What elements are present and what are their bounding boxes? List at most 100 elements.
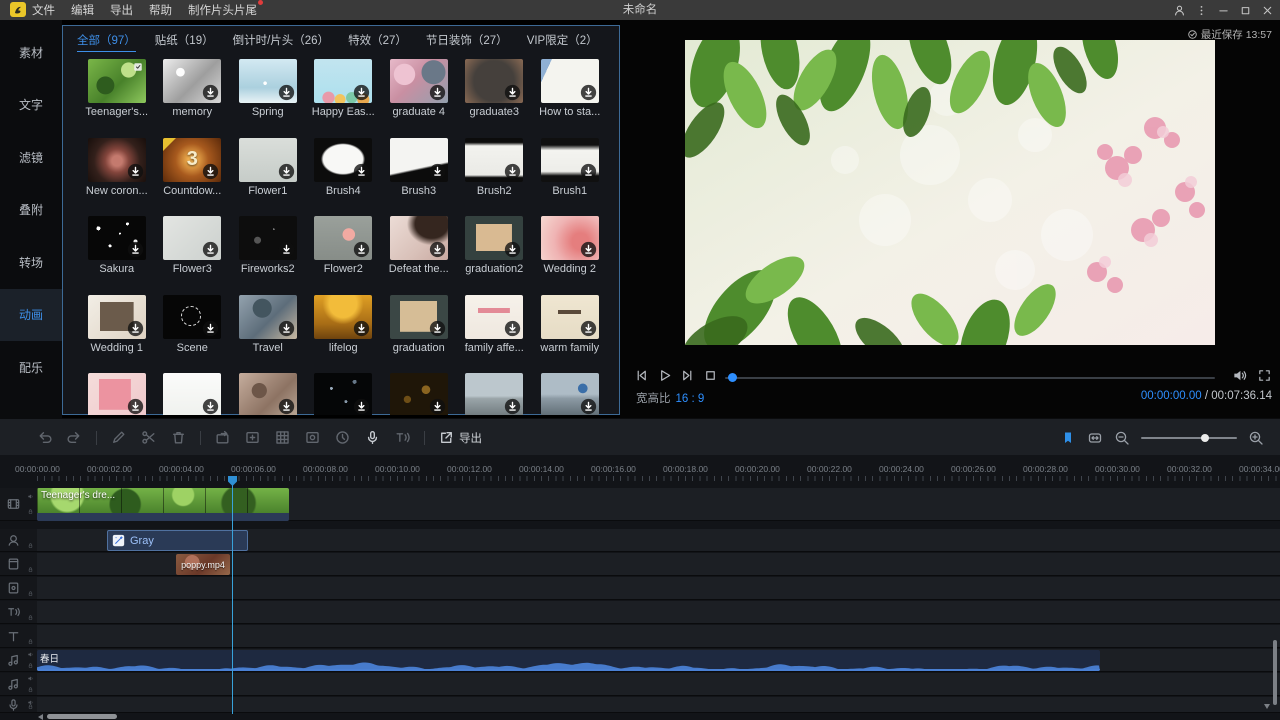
download-icon[interactable] xyxy=(580,163,597,180)
download-icon[interactable] xyxy=(429,320,446,337)
download-icon[interactable] xyxy=(580,320,597,337)
sidebar-item-transition[interactable]: 转场 xyxy=(0,236,62,289)
sidebar-item-filter[interactable]: 滤镜 xyxy=(0,131,62,184)
download-icon[interactable] xyxy=(202,84,219,101)
rotate-button[interactable] xyxy=(214,429,231,446)
filter-track-header[interactable] xyxy=(0,553,37,576)
seek-handle[interactable] xyxy=(728,373,737,382)
download-icon[interactable] xyxy=(127,320,144,337)
zoom-out-button[interactable] xyxy=(1114,430,1130,446)
download-icon[interactable] xyxy=(580,398,597,415)
maximize-button[interactable] xyxy=(1239,4,1252,17)
lock-icon[interactable] xyxy=(27,508,34,515)
speaker-icon[interactable] xyxy=(27,493,34,500)
overlay-track-lane[interactable] xyxy=(37,577,1280,600)
library-item[interactable] xyxy=(306,373,382,415)
lock-icon[interactable] xyxy=(27,566,34,573)
download-icon[interactable] xyxy=(504,163,521,180)
user-account-button[interactable] xyxy=(1173,4,1186,17)
lock-icon[interactable] xyxy=(27,614,34,621)
volume-button[interactable] xyxy=(1232,368,1247,383)
menu-edit[interactable]: 编辑 xyxy=(70,2,95,18)
sidebar-item-animation[interactable]: 动画 xyxy=(0,289,62,342)
lock-icon[interactable] xyxy=(27,542,34,549)
edit-button[interactable] xyxy=(110,429,127,446)
split-button[interactable] xyxy=(140,429,157,446)
library-item[interactable]: graduation xyxy=(381,295,457,374)
library-item[interactable]: Brush2 xyxy=(457,138,533,217)
timeline-clip-audio[interactable]: 春日 xyxy=(37,650,1100,671)
mosaic-button[interactable] xyxy=(274,429,291,446)
vscroll-thumb[interactable] xyxy=(1273,640,1277,705)
sidebar-item-overlay[interactable]: 叠附 xyxy=(0,184,62,237)
speaker-icon[interactable] xyxy=(27,651,34,658)
play-button[interactable] xyxy=(657,368,672,383)
tab-vip[interactable]: VIP限定（2） xyxy=(527,32,598,52)
library-item[interactable]: Travel xyxy=(230,295,306,374)
menu-make-intro-outro[interactable]: 制作片头片尾 xyxy=(187,2,258,18)
download-icon[interactable] xyxy=(127,163,144,180)
download-icon[interactable] xyxy=(353,398,370,415)
library-item[interactable]: 3Countdow... xyxy=(155,138,231,217)
download-icon[interactable] xyxy=(353,163,370,180)
lock-icon[interactable] xyxy=(27,590,34,597)
library-item[interactable] xyxy=(381,373,457,415)
vscroll-down-arrow[interactable] xyxy=(1264,704,1270,709)
library-item[interactable]: graduate 4 xyxy=(381,59,457,138)
download-icon[interactable] xyxy=(504,398,521,415)
download-icon[interactable] xyxy=(127,398,144,415)
redo-button[interactable] xyxy=(66,429,83,446)
tab-effects[interactable]: 特效（27） xyxy=(348,32,407,52)
download-icon[interactable] xyxy=(278,241,295,258)
library-item[interactable]: Spring xyxy=(230,59,306,138)
download-icon[interactable] xyxy=(504,241,521,258)
library-item[interactable]: family affe... xyxy=(457,295,533,374)
freeze-button[interactable] xyxy=(304,429,321,446)
speaker-icon[interactable] xyxy=(27,675,34,682)
library-item[interactable]: lifelog xyxy=(306,295,382,374)
download-icon[interactable] xyxy=(202,398,219,415)
library-item[interactable]: Brush1 xyxy=(532,138,608,217)
download-icon[interactable] xyxy=(278,398,295,415)
prev-frame-button[interactable] xyxy=(634,368,649,383)
record-track-lane[interactable] xyxy=(37,697,1280,713)
fullscreen-button[interactable] xyxy=(1257,368,1272,383)
sidebar-item-music[interactable]: 配乐 xyxy=(0,341,62,394)
download-icon[interactable] xyxy=(429,398,446,415)
tab-sticker[interactable]: 贴纸（19） xyxy=(155,32,214,52)
library-item[interactable]: graduation2 xyxy=(457,216,533,295)
download-icon[interactable] xyxy=(353,84,370,101)
sidebar-item-text[interactable]: 文字 xyxy=(0,79,62,132)
download-icon[interactable] xyxy=(429,163,446,180)
library-item[interactable]: Defeat the... xyxy=(381,216,457,295)
voiceover-button[interactable] xyxy=(364,429,381,446)
lock-icon[interactable] xyxy=(27,686,34,693)
download-icon[interactable] xyxy=(127,241,144,258)
record-track-header[interactable] xyxy=(0,697,37,713)
next-frame-button[interactable] xyxy=(680,368,695,383)
library-item[interactable]: Flower3 xyxy=(155,216,231,295)
tab-all[interactable]: 全部（97） xyxy=(77,32,136,52)
menu-export[interactable]: 导出 xyxy=(109,2,134,18)
download-icon[interactable] xyxy=(353,241,370,258)
download-icon[interactable] xyxy=(278,84,295,101)
library-item[interactable]: Flower1 xyxy=(230,138,306,217)
dots-button[interactable] xyxy=(1195,4,1208,17)
sidebar-item-material[interactable]: 素材 xyxy=(0,26,62,79)
close-button[interactable] xyxy=(1261,4,1274,17)
library-item[interactable]: How to sta... xyxy=(532,59,608,138)
library-item[interactable]: Brush3 xyxy=(381,138,457,217)
lock-icon[interactable] xyxy=(27,638,34,645)
download-icon[interactable] xyxy=(504,320,521,337)
aspect-ratio[interactable]: 宽高比16 : 9 xyxy=(636,390,704,406)
library-item[interactable]: Scene xyxy=(155,295,231,374)
download-icon[interactable] xyxy=(429,241,446,258)
download-icon[interactable] xyxy=(353,320,370,337)
stop-button[interactable] xyxy=(703,368,718,383)
music-track-2-lane[interactable] xyxy=(37,673,1280,696)
tab-festival[interactable]: 节日装饰（27） xyxy=(426,32,508,52)
library-item[interactable]: New coron... xyxy=(79,138,155,217)
download-icon[interactable] xyxy=(202,163,219,180)
lock-icon[interactable] xyxy=(27,703,34,710)
duration-button[interactable] xyxy=(334,429,351,446)
